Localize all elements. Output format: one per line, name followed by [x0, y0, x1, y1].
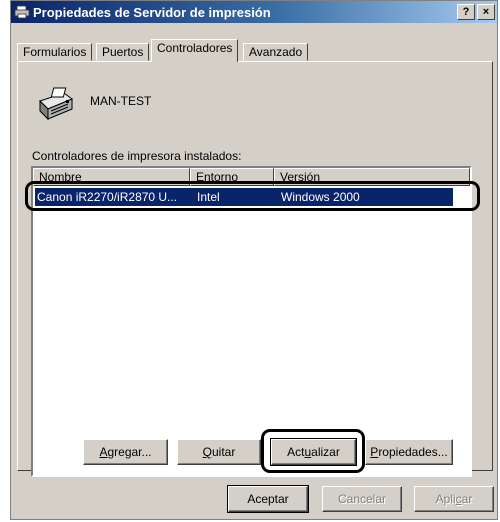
printer-server-icon: [39, 87, 73, 121]
tab-puertos[interactable]: Puertos: [96, 43, 150, 61]
tab-formularios[interactable]: Formularios: [17, 43, 93, 61]
ok-button[interactable]: Aceptar: [227, 485, 309, 513]
drivers-tab-panel: MAN-TEST Controladores de impresora inst…: [17, 61, 493, 477]
apply-button[interactable]: Aplicar: [414, 486, 494, 512]
installed-drivers-label: Controladores de impresora instalados:: [32, 149, 242, 163]
cancel-button[interactable]: Cancelar: [322, 486, 402, 512]
print-server-properties-dialog: Propiedades de Servidor de impresión ? ×…: [10, 0, 498, 520]
tab-avanzado[interactable]: Avanzado: [243, 43, 309, 61]
printer-icon: [14, 5, 30, 19]
help-button[interactable]: ?: [457, 4, 475, 20]
title-bar[interactable]: Propiedades de Servidor de impresión ? ×: [11, 1, 497, 23]
remove-button[interactable]: Quitar: [177, 439, 261, 465]
tab-controladores[interactable]: Controladores: [151, 39, 239, 62]
row-highlight-callout: [25, 181, 480, 211]
update-button-callout: [261, 429, 365, 473]
server-name: MAN-TEST: [90, 94, 152, 108]
add-button[interactable]: Agregar...: [83, 439, 168, 465]
window-title: Propiedades de Servidor de impresión: [33, 4, 271, 20]
properties-button[interactable]: Propiedades...: [365, 439, 453, 465]
drivers-list[interactable]: Nombre Entorno Versión Canon iR2270/iR28…: [31, 166, 472, 477]
close-button[interactable]: ×: [477, 4, 495, 20]
